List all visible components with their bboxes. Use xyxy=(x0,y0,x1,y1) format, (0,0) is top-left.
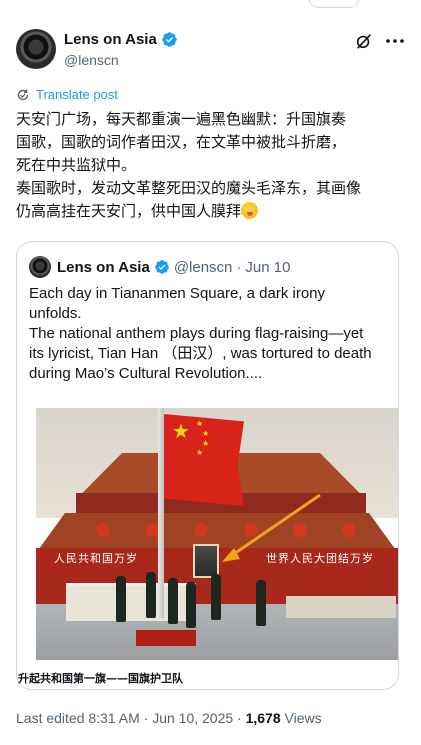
translate-post-link[interactable]: Translate post xyxy=(16,87,118,102)
grok-icon[interactable] xyxy=(355,32,373,50)
edited-timestamp[interactable]: Last edited 8:31 AM · Jun 10, 2025 · xyxy=(16,710,246,726)
author-handle[interactable]: @lenscn xyxy=(64,52,119,68)
quoted-handle: @lenscn xyxy=(173,258,233,276)
author-name-row: Lens on Asia xyxy=(64,31,178,48)
post-line: 死在中共监狱中。 xyxy=(16,156,137,174)
quoted-line: unfolds. xyxy=(29,305,82,322)
quoted-line: Each day in Tiananmen Square, a dark iro… xyxy=(29,285,326,302)
tongue-emoji-icon xyxy=(241,202,259,219)
annotation-arrow-icon xyxy=(222,493,321,562)
verified-badge-icon xyxy=(154,260,169,274)
views-count: 1,678 xyxy=(245,710,281,726)
quoted-line: its lyricist, Tian Han （田汉）, was torture… xyxy=(29,345,372,362)
quoted-date: Jun 10 xyxy=(245,258,291,276)
author-display-name[interactable]: Lens on Asia xyxy=(64,31,157,48)
post-line: 奏国歌时，发动文革整死田汉的魔头毛泽东，其画像 xyxy=(16,179,362,197)
quoted-separator: · xyxy=(236,258,242,276)
views-label: Views xyxy=(280,710,322,726)
post-footer: Last edited 8:31 AM · Jun 10, 2025 · 1,6… xyxy=(16,710,322,726)
previous-post-remnant xyxy=(0,0,421,14)
post-line: 国歌，国歌的词作者田汉，在文革中被批斗折磨， xyxy=(16,133,347,151)
previous-post-pill[interactable] xyxy=(308,0,360,8)
quoted-line: The national anthem plays during flag-ra… xyxy=(29,325,364,342)
verified-badge-icon xyxy=(162,32,177,47)
post-header: Lens on Asia @lenscn xyxy=(16,29,405,73)
post-text: 天安门广场，每天都重演一遍黑色幽默：升国旗奏 国歌，国歌的词作者田汉，在文革中被… xyxy=(16,108,408,223)
quoted-text: Each day in Tiananmen Square, a dark iro… xyxy=(29,284,391,384)
more-icon[interactable] xyxy=(385,32,405,50)
quoted-line: during Mao’s Cultural Revolution.... xyxy=(29,365,263,382)
quoted-post-photo[interactable]: 人民共和国万岁 世界人民大团结万岁 ★ ★ ★ ★ ★ xyxy=(36,408,398,660)
quoted-post-header: Lens on Asia @lenscn · Jun 10 xyxy=(29,256,290,278)
avatar[interactable] xyxy=(16,29,56,69)
quoted-avatar xyxy=(29,256,51,278)
photo-caption: 升起共和国第一旗——国旗护卫队 xyxy=(18,672,183,685)
post-line: 天安门广场，每天都重演一遍黑色幽默：升国旗奏 xyxy=(16,110,347,128)
post-line: 仍高高挂在天安门，供中国人膜拜 xyxy=(16,202,242,220)
translate-icon xyxy=(17,89,29,100)
translate-label: Translate post xyxy=(36,87,118,102)
quoted-display-name: Lens on Asia xyxy=(57,258,150,276)
post-line-last: 仍高高挂在天安门，供中国人膜拜 xyxy=(16,200,408,223)
